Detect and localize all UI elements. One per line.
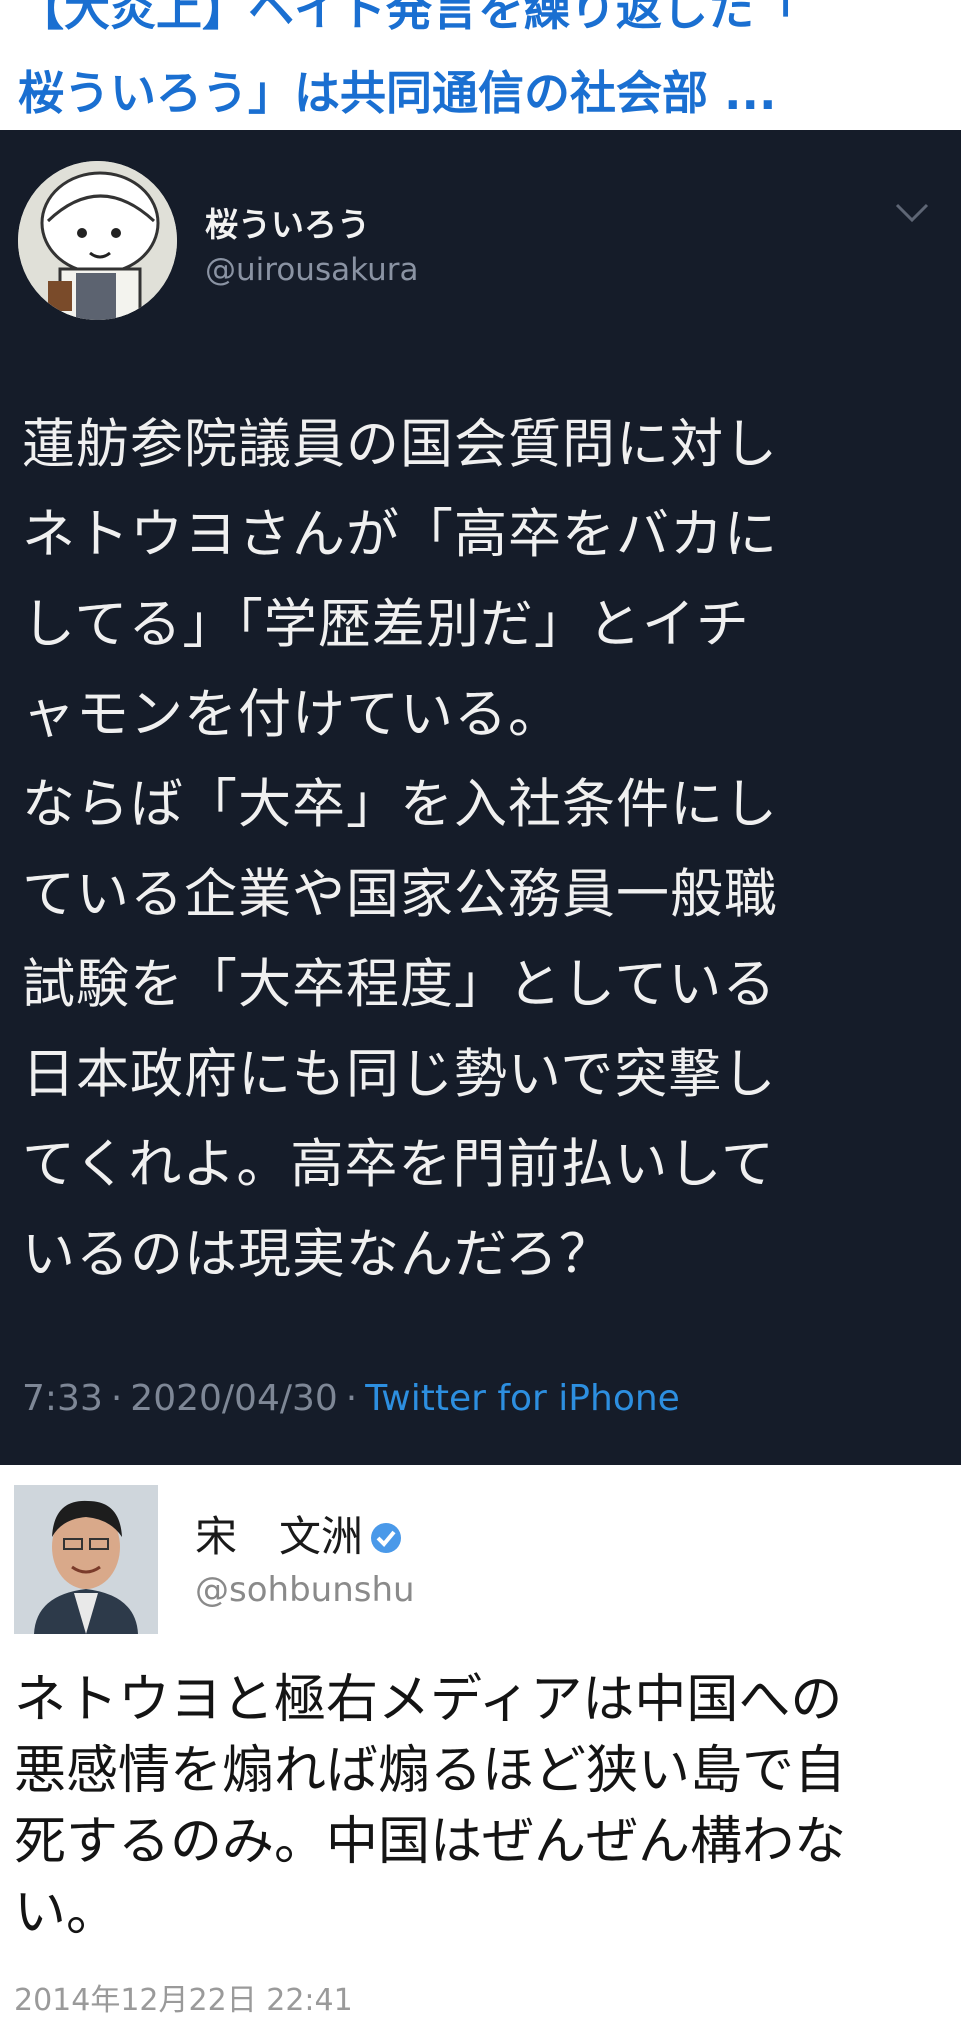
article-headline[interactable]: 【大炎上】ヘイト発言を繰り返した「 桜ういろう」は共同通信の社会部 ... [0, 0, 961, 130]
user-handle[interactable]: @uirousakura [205, 252, 418, 288]
tweet-timestamp[interactable]: 2014年12月22日 22:41 [14, 1975, 353, 2019]
meta-separator: · [110, 1378, 123, 1419]
tweet-text: 蓮舫参院議員の国会質問に対し ネトウヨさんが「高卒をバカに してる」「学歴差別だ… [22, 414, 778, 1285]
display-name-text: 宋 文洲 [195, 1512, 364, 1561]
chevron-down-icon[interactable] [893, 200, 931, 226]
headline-line-2: 桜ういろう」は共同通信の社会部 ... [18, 66, 777, 120]
avatar[interactable] [14, 1485, 158, 1634]
headline-line-1: 【大炎上】ヘイト発言を繰り返した「 [18, 0, 800, 36]
display-name[interactable]: 宋 文洲 [195, 1503, 403, 1564]
tweet-text: ネトウヨと極右メディアは中国への 悪感情を煽れば煽るほど狭い島で自 死するのみ。… [14, 1670, 847, 1943]
user-handle[interactable]: @sohbunshu [195, 1570, 415, 1610]
meta-separator: · [345, 1378, 358, 1419]
tweet-source-link[interactable]: Twitter for iPhone [365, 1378, 680, 1419]
tweet-date[interactable]: 2020/04/30 [130, 1378, 338, 1419]
tweet-card-1: 桜ういろう @uirousakura 蓮舫参院議員の国会質問に対し ネトウヨさん… [0, 130, 961, 1465]
display-name[interactable]: 桜ういろう [205, 198, 370, 246]
verified-badge-icon [371, 1523, 402, 1553]
cartoon-avatar-icon [18, 161, 177, 320]
profile-photo-icon [14, 1485, 158, 1634]
avatar[interactable] [18, 161, 177, 320]
tweet-time[interactable]: 7:33 [22, 1378, 103, 1419]
tweet-card-2: 宋 文洲 @sohbunshu ネトウヨと極右メディアは中国への 悪感情を煽れば… [0, 1465, 961, 2031]
tweet-meta: 7:33 · 2020/04/30 · Twitter for iPhone [22, 1378, 680, 1419]
